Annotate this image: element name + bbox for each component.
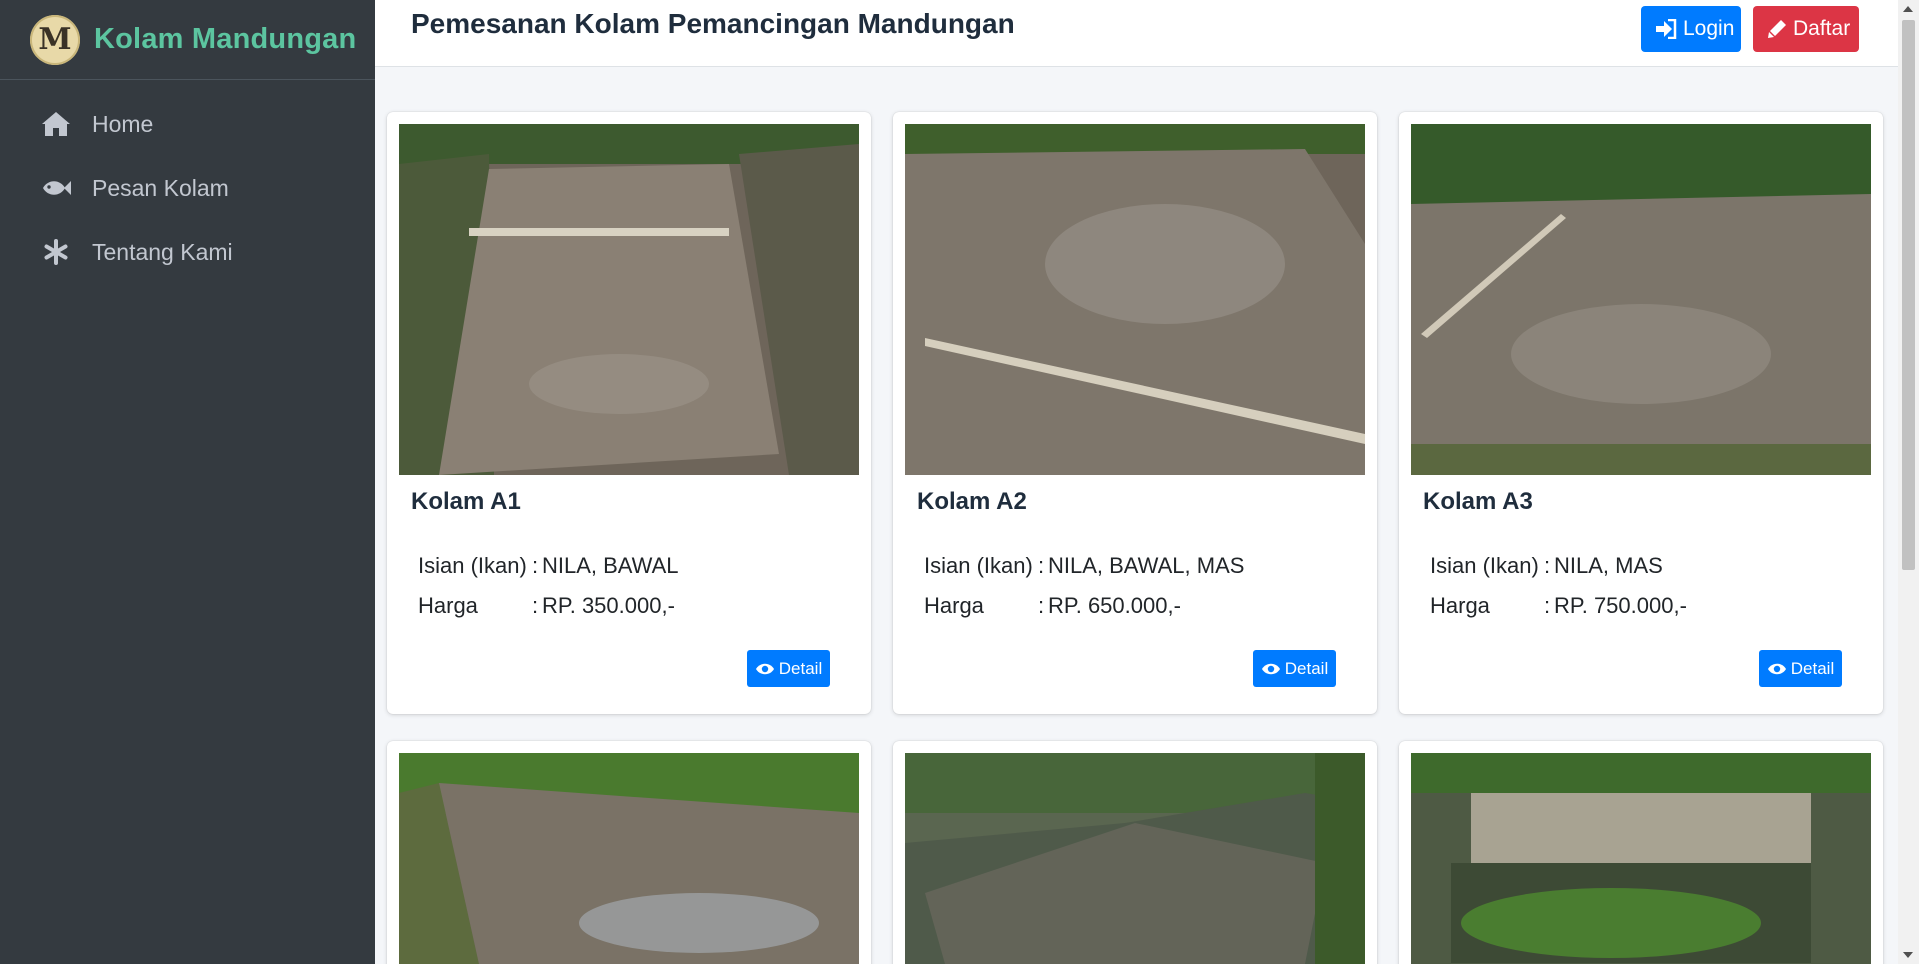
detail-button[interactable]: Detail — [747, 650, 830, 687]
sidebar-item-label: Pesan Kolam — [92, 174, 229, 201]
fish-info: Isian (Ikan): NILA, MAS — [1430, 553, 1663, 578]
pond-card: Kolam A1 Isian (Ikan): NILA, BAWAL Harga:… — [387, 112, 871, 714]
pen-icon — [1767, 19, 1787, 39]
scroll-thumb[interactable] — [1902, 20, 1915, 570]
pond-card — [893, 741, 1377, 964]
pond-card — [387, 741, 871, 964]
fish-icon — [40, 172, 72, 204]
scroll-down-icon[interactable] — [1903, 952, 1913, 958]
pond-photo — [1411, 753, 1871, 964]
brand-name: Kolam Mandungan — [94, 23, 357, 55]
eye-icon — [755, 662, 775, 676]
brand[interactable]: M Kolam Mandungan — [0, 0, 375, 80]
card-title: Kolam A3 — [1423, 488, 1533, 515]
fish-info: Isian (Ikan): NILA, BAWAL, MAS — [924, 553, 1245, 578]
daftar-button[interactable]: Daftar — [1753, 6, 1859, 52]
sidebar-nav: Home Pesan Kolam Tentang Kami — [0, 92, 375, 284]
asterisk-icon — [40, 236, 72, 268]
sign-in-icon — [1655, 19, 1677, 39]
daftar-label: Daftar — [1793, 17, 1851, 40]
sidebar-item-label: Tentang Kami — [92, 238, 233, 265]
pond-photo — [399, 753, 859, 964]
login-button[interactable]: Login — [1641, 6, 1741, 52]
eye-icon — [1261, 662, 1281, 676]
sidebar: M Kolam Mandungan Home Pesan Kolam Tenta… — [0, 0, 375, 964]
sidebar-item-pesan-kolam[interactable]: Pesan Kolam — [0, 156, 375, 220]
pond-card — [1399, 741, 1883, 964]
detail-button[interactable]: Detail — [1759, 650, 1842, 687]
price-info: Harga: RP. 350.000,- — [418, 593, 675, 618]
fish-info: Isian (Ikan): NILA, BAWAL — [418, 553, 679, 578]
detail-button[interactable]: Detail — [1253, 650, 1336, 687]
card-title: Kolam A1 — [411, 488, 521, 515]
topbar: Pemesanan Kolam Pemancingan Mandungan Lo… — [375, 0, 1898, 67]
sidebar-item-label: Home — [92, 110, 154, 137]
brand-logo: M — [30, 14, 80, 65]
price-info: Harga: RP. 750.000,- — [1430, 593, 1687, 618]
price-info: Harga: RP. 650.000,- — [924, 593, 1181, 618]
page-title: Pemesanan Kolam Pemancingan Mandungan — [411, 8, 1015, 39]
eye-icon — [1767, 662, 1787, 676]
pond-card: Kolam A2 Isian (Ikan): NILA, BAWAL, MAS H… — [893, 112, 1377, 714]
sidebar-item-home[interactable]: Home — [0, 92, 375, 156]
home-icon — [40, 108, 72, 140]
pond-photo — [905, 753, 1365, 964]
pond-card: Kolam A3 Isian (Ikan): NILA, MAS Harga: RP… — [1399, 112, 1883, 714]
scroll-up-icon[interactable] — [1903, 6, 1913, 12]
vertical-scrollbar[interactable] — [1898, 0, 1919, 964]
login-label: Login — [1683, 17, 1735, 40]
sidebar-item-tentang-kami[interactable]: Tentang Kami — [0, 220, 375, 284]
main-content: Pemesanan Kolam Pemancingan Mandungan Lo… — [375, 0, 1898, 964]
card-title: Kolam A2 — [917, 488, 1027, 515]
pond-photo — [905, 124, 1365, 475]
pond-photo — [1411, 124, 1871, 475]
pond-photo — [399, 124, 859, 475]
